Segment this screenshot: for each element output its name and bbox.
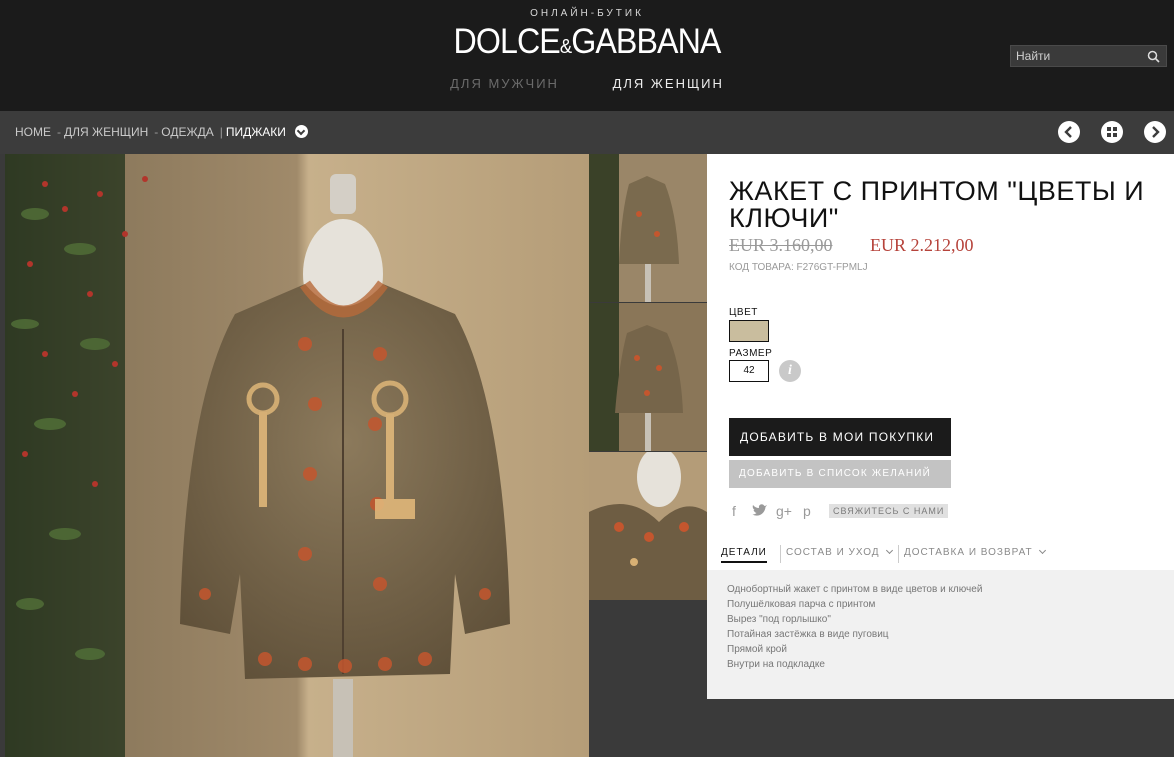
chevron-down-icon[interactable]	[294, 125, 308, 138]
thumbnail-front[interactable]	[589, 154, 707, 302]
tab-details-label: ДЕТАЛИ	[721, 547, 767, 558]
grid-icon	[1107, 127, 1117, 137]
size-selector[interactable]: 42	[729, 360, 769, 382]
product-sku: КОД ТОВАРА: F276GT-FPMLJ	[729, 262, 868, 273]
details-item: Внутри на подкладке	[727, 659, 825, 670]
search-icon[interactable]	[1147, 50, 1160, 63]
twitter-bird-icon	[752, 504, 767, 516]
facebook-icon[interactable]: f	[732, 503, 736, 519]
site-header: ОНЛАЙН-БУТИК DOLCE&GABBANA ДЛЯ МУЖЧИН ДЛ…	[0, 0, 1174, 111]
search-box	[1010, 45, 1167, 67]
breadcrumb-divider: |	[219, 125, 223, 139]
size-label: РАЗМЕР	[729, 348, 773, 359]
breadcrumb-women[interactable]: ДЛЯ ЖЕНЩИН	[64, 125, 148, 139]
chevron-down-icon	[1038, 546, 1046, 555]
chevron-down-icon	[885, 546, 893, 555]
details-list: Однобортный жакет с принтом в виде цвето…	[727, 582, 982, 672]
nav-men[interactable]: ДЛЯ МУЖЧИН	[450, 76, 559, 91]
jacket-front-thumbnail	[589, 154, 707, 302]
old-price: EUR 3.160,00	[729, 235, 833, 255]
details-item: Полушёлковая парча с принтом	[727, 599, 876, 610]
google-plus-icon[interactable]: g+	[776, 503, 792, 519]
color-swatch[interactable]	[729, 320, 769, 342]
details-content: Однобортный жакет с принтом в виде цвето…	[707, 570, 1174, 699]
jacket-on-mannequin-image	[5, 154, 589, 757]
breadcrumb-bar: HOME - ДЛЯ ЖЕНЩИН - ОДЕЖДА | ПИДЖАКИ	[0, 111, 1174, 154]
jacket-back-thumbnail	[589, 303, 707, 451]
thumbnail-back[interactable]	[589, 303, 707, 451]
breadcrumb-current: ПИДЖАКИ	[225, 125, 286, 139]
breadcrumb-separator: -	[154, 125, 159, 139]
jacket-detail-thumbnail	[589, 452, 707, 600]
thumbnail-detail[interactable]	[589, 452, 707, 600]
logo-right: GABBANA	[571, 22, 721, 61]
breadcrumb: HOME - ДЛЯ ЖЕНЩИН - ОДЕЖДА | ПИДЖАКИ	[15, 125, 311, 139]
logo-amp: &	[559, 36, 572, 58]
chevron-right-icon	[1152, 126, 1160, 138]
product-info-panel: ЖАКЕТ С ПРИНТОМ "ЦВЕТЫ И КЛЮЧИ" EUR 3.16…	[707, 154, 1174, 699]
size-info-icon[interactable]: i	[779, 360, 801, 382]
pinterest-icon[interactable]: p	[803, 503, 811, 519]
next-product-button[interactable]	[1144, 121, 1166, 143]
tab-divider	[780, 545, 781, 563]
thumbnail-strip	[589, 154, 707, 600]
tab-composition-label: СОСТАВ И УХОД	[786, 547, 880, 558]
add-to-wishlist-button[interactable]: ДОБАВИТЬ В СПИСОК ЖЕЛАНИЙ	[729, 460, 951, 488]
sale-price: EUR 2.212,00	[870, 235, 974, 255]
breadcrumb-separator: -	[57, 125, 61, 139]
grid-view-button[interactable]	[1101, 121, 1123, 143]
search-input[interactable]	[1011, 46, 1141, 66]
details-item: Вырез "под горлышко"	[727, 614, 831, 625]
brand-logo[interactable]: DOLCE&GABBANA	[47, 22, 1127, 62]
prev-product-button[interactable]	[1058, 121, 1080, 143]
tab-shipping-label: ДОСТАВКА И ВОЗВРАТ	[904, 547, 1033, 558]
details-item: Прямой крой	[727, 644, 787, 655]
twitter-icon[interactable]	[752, 503, 768, 520]
tab-composition[interactable]: СОСТАВ И УХОД	[786, 546, 893, 558]
main-nav: ДЛЯ МУЖЧИН ДЛЯ ЖЕНЩИН	[0, 76, 1174, 91]
logo-left: DOLCE	[453, 22, 561, 61]
details-item: Однобортный жакет с принтом в виде цвето…	[727, 584, 983, 595]
contact-us-button[interactable]: СВЯЖИТЕСЬ С НАМИ	[829, 504, 949, 518]
tab-details[interactable]: ДЕТАЛИ	[721, 547, 767, 563]
tab-divider	[898, 545, 899, 563]
product-title: ЖАКЕТ С ПРИНТОМ "ЦВЕТЫ И КЛЮЧИ"	[729, 176, 1145, 233]
tab-shipping[interactable]: ДОСТАВКА И ВОЗВРАТ	[904, 546, 1046, 558]
color-label: ЦВЕТ	[729, 307, 758, 318]
breadcrumb-home[interactable]: HOME	[15, 125, 51, 139]
breadcrumb-clothing[interactable]: ОДЕЖДА	[161, 125, 213, 139]
site-tagline: ОНЛАЙН-БУТИК	[530, 8, 644, 19]
add-to-cart-button[interactable]: ДОБАВИТЬ В МОИ ПОКУПКИ	[729, 418, 951, 456]
chevron-left-icon	[1064, 126, 1072, 138]
nav-women[interactable]: ДЛЯ ЖЕНЩИН	[613, 76, 724, 91]
main-product-image[interactable]	[5, 154, 589, 757]
details-item: Потайная застёжка в виде пуговиц	[727, 629, 889, 640]
